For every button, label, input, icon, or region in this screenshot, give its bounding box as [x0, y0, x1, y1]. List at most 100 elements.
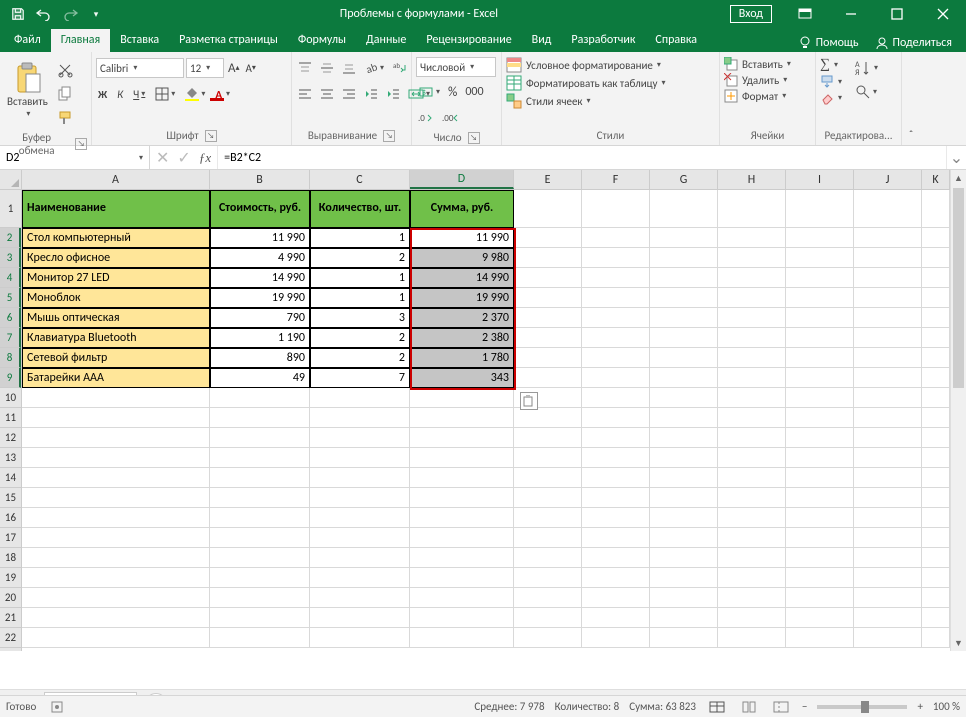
cell[interactable]: [514, 548, 582, 568]
cell[interactable]: [582, 248, 650, 268]
cell[interactable]: [854, 348, 922, 368]
cell[interactable]: [310, 628, 410, 648]
cell[interactable]: [718, 528, 786, 548]
underline-icon[interactable]: Ч ▾: [131, 83, 147, 105]
cell[interactable]: [922, 408, 950, 428]
cell[interactable]: [310, 568, 410, 588]
cell[interactable]: [22, 408, 210, 428]
row-header[interactable]: 7: [0, 328, 21, 348]
cell[interactable]: [854, 508, 922, 528]
cell[interactable]: [514, 190, 582, 228]
cell[interactable]: [650, 488, 718, 508]
fx-icon[interactable]: ƒx: [199, 150, 211, 166]
cell[interactable]: [786, 348, 854, 368]
cell[interactable]: Наименование: [22, 190, 210, 228]
cell[interactable]: [650, 408, 718, 428]
enter-formula-icon[interactable]: ✓: [177, 148, 190, 168]
cell[interactable]: [22, 468, 210, 488]
cell[interactable]: 1 780: [410, 348, 514, 368]
cell[interactable]: [854, 608, 922, 628]
percent-icon[interactable]: %: [446, 81, 459, 103]
cell[interactable]: [922, 288, 950, 308]
scroll-thumb-v[interactable]: [953, 188, 964, 388]
cell[interactable]: [922, 548, 950, 568]
cell[interactable]: 790: [210, 308, 310, 328]
cell[interactable]: [922, 528, 950, 548]
col-header[interactable]: J: [854, 170, 922, 189]
autosum-button[interactable]: ∑▾: [820, 57, 842, 73]
tab-page-layout[interactable]: Разметка страницы: [169, 29, 288, 52]
cell[interactable]: [410, 608, 514, 628]
cell[interactable]: [582, 608, 650, 628]
cell[interactable]: [22, 488, 210, 508]
cell[interactable]: [514, 268, 582, 288]
cell[interactable]: [514, 628, 582, 648]
cell[interactable]: Стол компьютерный: [22, 228, 210, 248]
col-header[interactable]: C: [310, 170, 410, 189]
cell[interactable]: 19 990: [410, 288, 514, 308]
cell[interactable]: [922, 508, 950, 528]
cell[interactable]: Моноблок: [22, 288, 210, 308]
accounting-icon[interactable]: $▾: [416, 81, 442, 103]
cell[interactable]: [582, 548, 650, 568]
cell[interactable]: [650, 190, 718, 228]
cell[interactable]: [514, 488, 582, 508]
cell[interactable]: [22, 448, 210, 468]
cell[interactable]: [410, 548, 514, 568]
cell[interactable]: [582, 448, 650, 468]
cell[interactable]: [582, 388, 650, 408]
cell[interactable]: [210, 608, 310, 628]
cell[interactable]: 2 370: [410, 308, 514, 328]
cell[interactable]: [310, 548, 410, 568]
redo-icon[interactable]: [58, 2, 82, 26]
cell[interactable]: Количество, шт.: [310, 190, 410, 228]
cell[interactable]: [650, 608, 718, 628]
align-bottom-icon[interactable]: [340, 57, 358, 79]
conditional-formatting-button[interactable]: Условное форматирование▾: [506, 57, 661, 73]
cell[interactable]: [514, 588, 582, 608]
tab-data[interactable]: Данные: [356, 29, 416, 52]
row-header[interactable]: 21: [0, 608, 21, 628]
cell[interactable]: [210, 588, 310, 608]
cell[interactable]: [210, 428, 310, 448]
tab-home[interactable]: Главная: [51, 29, 110, 52]
cell[interactable]: [210, 528, 310, 548]
tab-formulas[interactable]: Формулы: [288, 29, 356, 52]
cell[interactable]: [210, 388, 310, 408]
cell[interactable]: [786, 428, 854, 448]
cell[interactable]: [582, 348, 650, 368]
expand-formula-bar-icon[interactable]: ⌄: [946, 146, 966, 169]
cell[interactable]: [582, 368, 650, 388]
cell[interactable]: [210, 548, 310, 568]
cell[interactable]: [922, 428, 950, 448]
cell[interactable]: [410, 408, 514, 428]
cell[interactable]: [514, 508, 582, 528]
cell[interactable]: [22, 628, 210, 648]
cell[interactable]: [310, 508, 410, 528]
zoom-slider[interactable]: [817, 705, 907, 709]
cell[interactable]: [650, 448, 718, 468]
cell[interactable]: [514, 608, 582, 628]
cell[interactable]: [582, 190, 650, 228]
tab-insert[interactable]: Вставка: [110, 29, 169, 52]
comma-icon[interactable]: 000: [463, 81, 485, 103]
find-icon[interactable]: ▾: [852, 81, 880, 103]
cell[interactable]: [922, 328, 950, 348]
cell[interactable]: [718, 588, 786, 608]
row-header[interactable]: 11: [0, 408, 21, 428]
align-middle-icon[interactable]: [318, 57, 336, 79]
cell[interactable]: [718, 348, 786, 368]
cell[interactable]: [514, 228, 582, 248]
cell[interactable]: 2: [310, 348, 410, 368]
cell[interactable]: [854, 388, 922, 408]
cell[interactable]: [718, 368, 786, 388]
cell[interactable]: [786, 508, 854, 528]
cell[interactable]: 1: [310, 268, 410, 288]
undo-icon[interactable]: [32, 2, 56, 26]
cell[interactable]: [718, 388, 786, 408]
col-header[interactable]: A: [22, 170, 210, 189]
col-header[interactable]: I: [786, 170, 854, 189]
row-header[interactable]: 22: [0, 628, 21, 648]
page-break-view-icon[interactable]: [770, 698, 792, 716]
cell[interactable]: [582, 328, 650, 348]
